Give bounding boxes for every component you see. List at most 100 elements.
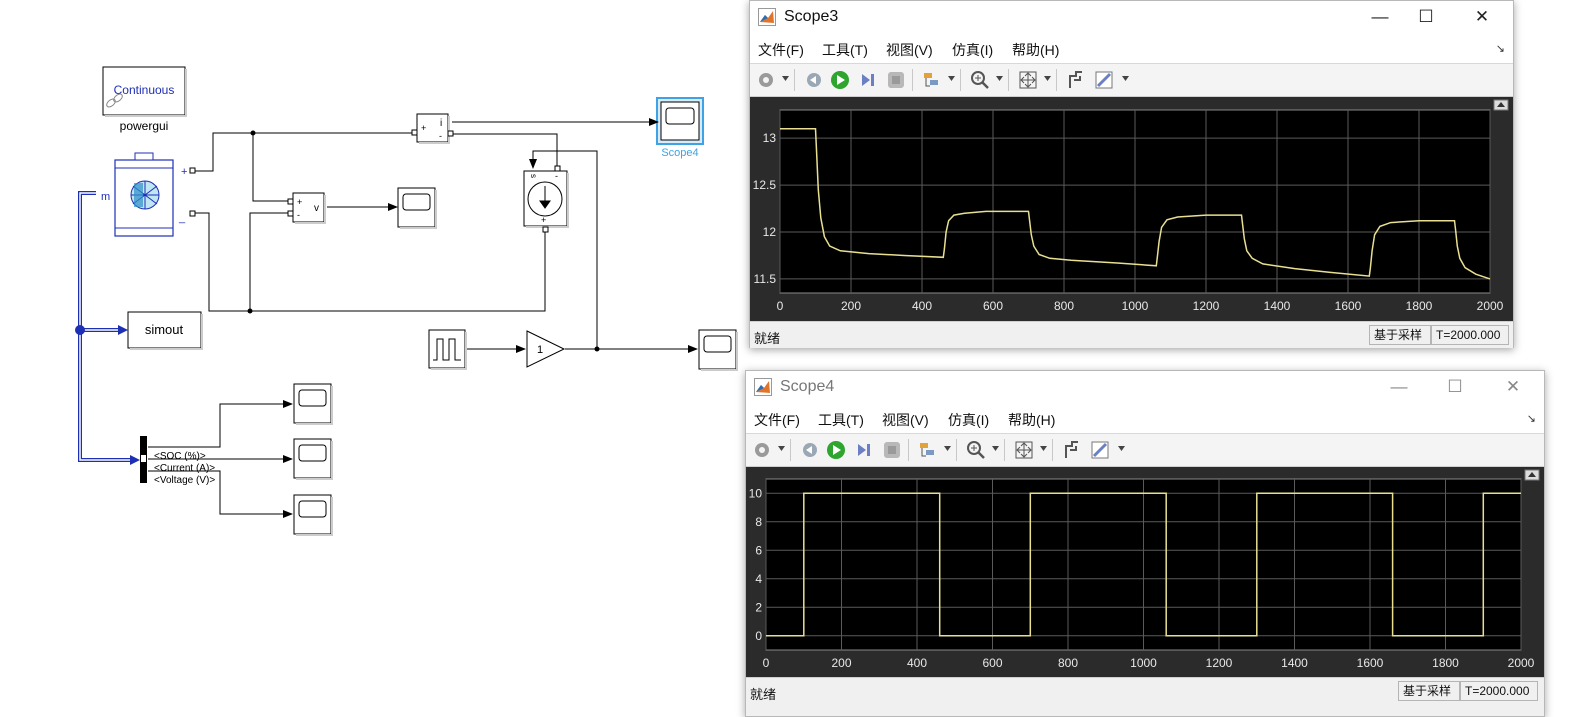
gain-block[interactable]: 1 [526,330,566,368]
current-source-port[interactable] [542,226,549,233]
chevron-down-icon[interactable] [782,76,789,81]
scope4-axes[interactable]: 0 200 400 600 800 1000 1200 1400 1600 1800 2000 0 2 4… [746,467,1544,677]
battery-minus-port[interactable] [189,210,196,217]
current-source-port[interactable] [554,165,561,172]
chevron-down-icon[interactable] [1118,446,1125,451]
scope4-window[interactable]: Scope4 — ☐ ✕ 文件(F) 工具(T) 视图(V) 仿真(I) 帮助(… [745,370,1545,717]
scope4-block[interactable]: Scope4 [656,97,704,159]
signal-lines[interactable] [148,118,698,518]
controlled-current-source-block[interactable]: s - + [523,170,569,228]
battery-icon [130,180,160,210]
run-icon[interactable] [826,440,846,460]
trigger-icon[interactable] [918,440,938,460]
menu-view[interactable]: 视图(V) [882,410,929,430]
simout-block[interactable]: simout [127,311,203,350]
chevron-down-icon[interactable] [778,446,785,451]
simulink-model-canvas[interactable]: Continuous powergui + _ m + - i + - v s … [0,0,760,717]
x-tick-label: 2000 [1508,656,1535,670]
step-forward-icon[interactable] [858,70,878,90]
x-tick-label: 2000 [1477,299,1504,313]
physical-wires[interactable] [193,132,558,312]
chevron-down-icon[interactable] [1122,76,1129,81]
close-button[interactable]: ✕ [1453,1,1511,33]
cursor-icon[interactable] [1066,70,1086,90]
menu-tools[interactable]: 工具(T) [818,410,864,430]
battery-minus-label: _ [178,212,186,224]
chevron-down-icon[interactable] [1040,446,1047,451]
fit-icon[interactable] [1014,440,1034,460]
chevron-down-icon[interactable] [948,76,955,81]
x-tick-label: 400 [907,656,927,670]
pulse-scope-block[interactable] [698,329,738,371]
current-sensor-port[interactable] [411,129,418,136]
settings-icon[interactable] [752,440,772,460]
current-source-minus-label: - [555,171,558,181]
chevron-down-icon[interactable] [1044,76,1051,81]
expand-legend-button[interactable] [1493,99,1509,111]
stop-icon[interactable] [886,70,906,90]
menu-file[interactable]: 文件(F) [754,410,800,430]
chevron-down-icon[interactable] [996,76,1003,81]
settings-icon[interactable] [756,70,776,90]
scope3-axes[interactable]: 0 200 400 600 800 1000 1200 1400 1600 1800 2000 11.… [750,97,1513,321]
maximize-button[interactable]: ☐ [1397,1,1455,33]
battery-plus-port[interactable] [189,167,196,174]
scope4-title: Scope4 [780,378,835,395]
zoom-icon[interactable] [970,70,990,90]
run-icon[interactable] [830,70,850,90]
scope3-window[interactable]: Scope3 — ☐ ✕ 文件(F) 工具(T) 视图(V) 仿真(I) 帮助(… [749,0,1514,348]
restore-icon[interactable] [800,440,820,460]
menu-simulation[interactable]: 仿真(I) [952,40,993,60]
powergui-block[interactable]: Continuous [102,66,187,117]
dock-arrow-icon[interactable]: ↘ [1527,412,1536,425]
menu-help[interactable]: 帮助(H) [1008,410,1055,430]
bus-signal-current: <Current (A)> [154,463,215,474]
style-icon[interactable] [1094,70,1114,90]
current-scope-block[interactable] [293,438,333,480]
dock-arrow-icon[interactable]: ↘ [1496,42,1505,55]
scope3-plot[interactable]: 0 200 400 600 800 1000 1200 1400 1600 1800 2000 11.… [750,97,1513,321]
pulse-generator-block[interactable] [428,329,467,370]
menu-view[interactable]: 视图(V) [886,40,933,60]
current-sensor-port[interactable] [447,130,454,137]
fit-icon[interactable] [1018,70,1038,90]
y-tick-label: 0 [755,629,762,643]
scope4-titlebar[interactable]: Scope4 — ☐ ✕ [746,371,1544,403]
scope3-time-readout: T=2000.000 [1431,325,1509,345]
close-button[interactable]: ✕ [1484,371,1542,403]
style-icon[interactable] [1090,440,1110,460]
scope4-plot[interactable]: 0 200 400 600 800 1000 1200 1400 1600 1800 2000 0 2 4… [746,467,1544,677]
voltage-sensor-port[interactable] [287,198,294,205]
trigger-icon[interactable] [922,70,942,90]
zoom-icon[interactable] [966,440,986,460]
current-sensor-block[interactable]: + - i [416,113,450,144]
scope3-titlebar[interactable]: Scope3 — ☐ ✕ [750,1,1513,33]
chevron-down-icon[interactable] [992,446,999,451]
voltage-sensor-block[interactable]: + - v [292,192,326,224]
soc-scope-block[interactable] [293,383,333,425]
wire-junction [250,130,256,136]
stop-icon[interactable] [882,440,902,460]
current-sensor-minus: - [439,131,442,141]
battery-block[interactable] [114,152,174,237]
menu-help[interactable]: 帮助(H) [1012,40,1059,60]
menu-tools[interactable]: 工具(T) [822,40,868,60]
restore-icon[interactable] [804,70,824,90]
expand-legend-button[interactable] [1524,469,1540,481]
y-tick-label: 4 [755,572,762,586]
voltage-scope-block-2[interactable] [293,494,333,536]
voltage-sensor-plus: + [297,197,302,207]
x-tick-label: 0 [777,299,784,313]
voltage-scope-block[interactable] [397,187,437,229]
current-source-s-label: s [529,174,538,178]
current-sensor-output-label: i [440,118,442,129]
cursor-icon[interactable] [1062,440,1082,460]
menu-simulation[interactable]: 仿真(I) [948,410,989,430]
chevron-down-icon[interactable] [944,446,951,451]
bus-selector-block[interactable] [140,436,147,483]
minimize-button[interactable]: — [1370,371,1428,403]
voltage-sensor-port[interactable] [287,210,294,217]
step-forward-icon[interactable] [854,440,874,460]
menu-file[interactable]: 文件(F) [758,40,804,60]
maximize-button[interactable]: ☐ [1426,371,1484,403]
